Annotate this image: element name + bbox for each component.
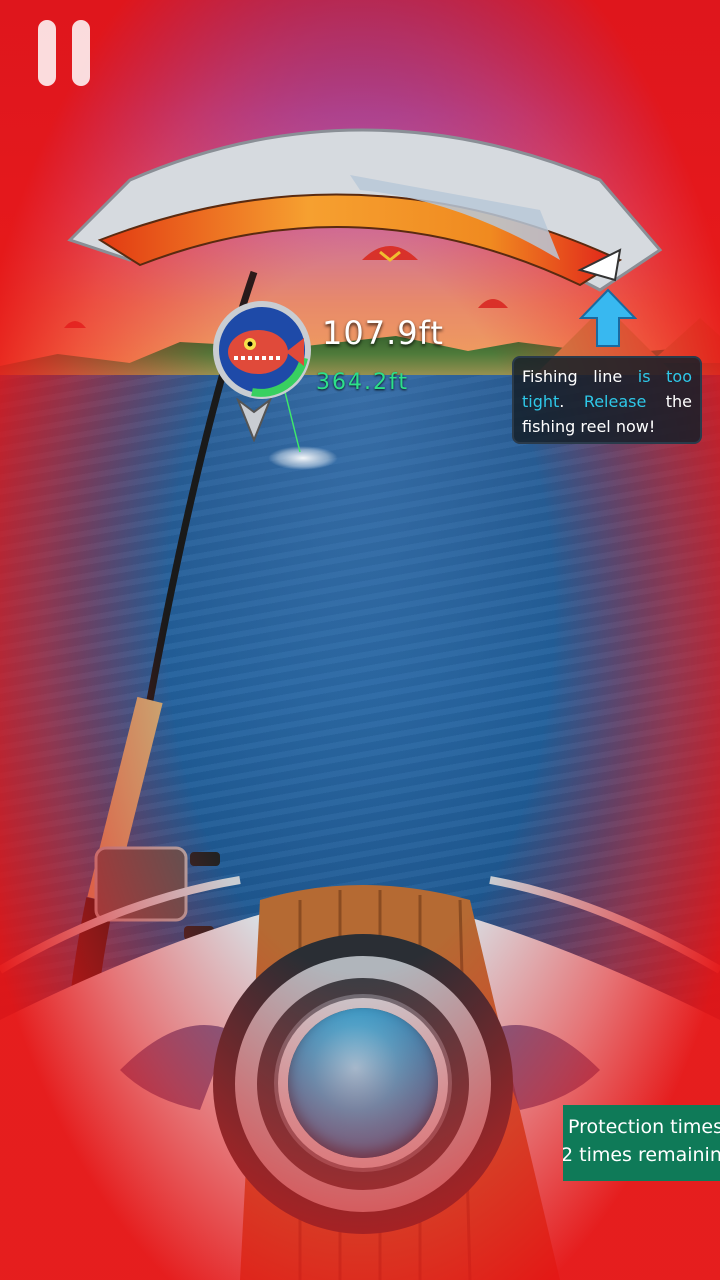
protection-remaining: 2 times remaining <box>563 1144 720 1166</box>
fish-depth: 364.2ft <box>316 370 409 395</box>
reel-button[interactable] <box>288 1008 438 1158</box>
up-arrow-icon <box>579 288 637 347</box>
line-tension-gauge <box>67 128 663 292</box>
tip-text: Fishing line <box>522 367 638 386</box>
pause-button[interactable] <box>38 20 90 86</box>
angry-fish-icon <box>213 301 311 399</box>
pause-icon <box>38 20 56 86</box>
protection-title: Protection times <box>568 1116 720 1138</box>
tip-text: . <box>559 392 584 411</box>
tip-highlight: Release <box>583 392 647 411</box>
down-arrow-icon <box>236 398 272 442</box>
protection-times-panel: Protection times 2 times remaining <box>563 1105 720 1181</box>
tension-tip: Fishing line is too tight. Release the f… <box>512 356 702 444</box>
pause-icon <box>72 20 90 86</box>
fish-distance: 107.9ft <box>322 314 444 352</box>
